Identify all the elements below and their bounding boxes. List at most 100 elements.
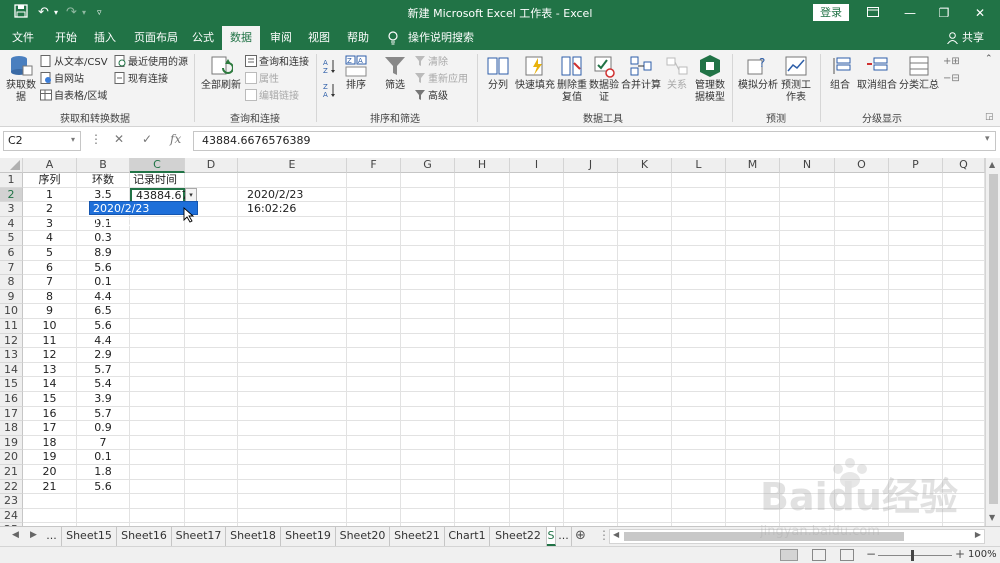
cell-d5[interactable]: [185, 231, 238, 246]
cell-d9[interactable]: [185, 289, 238, 305]
data-validation-button[interactable]: 数据验证: [589, 54, 619, 104]
remove-duplicates-button[interactable]: 删除重复值: [556, 54, 588, 104]
row-header-22[interactable]: 22: [0, 479, 23, 495]
cell-a16[interactable]: 15: [23, 392, 77, 407]
cell-f6[interactable]: [347, 246, 401, 261]
cell-b13[interactable]: 2.9: [77, 348, 130, 363]
cell-l23[interactable]: [672, 494, 726, 509]
column-header-k[interactable]: K: [618, 158, 672, 173]
cell-j23[interactable]: [564, 494, 618, 509]
row-header-17[interactable]: 17: [0, 406, 23, 422]
dropdown-arrow-icon[interactable]: ▾: [185, 188, 197, 202]
scroll-right-icon[interactable]: ▶: [975, 530, 981, 539]
cell-g23[interactable]: [401, 494, 455, 509]
cell-d11[interactable]: [185, 319, 238, 334]
sheet-tab-moremoremore[interactable]: ...: [556, 527, 572, 546]
share-button[interactable]: 共享: [962, 26, 984, 50]
cell-q19[interactable]: [943, 435, 985, 451]
cell-o4[interactable]: [835, 216, 889, 232]
column-header-g[interactable]: G: [401, 158, 455, 173]
cell-j8[interactable]: [564, 275, 618, 290]
cell-k16[interactable]: [618, 392, 672, 407]
cell-j15[interactable]: [564, 377, 618, 392]
cell-c23[interactable]: [130, 494, 185, 509]
cell-h15[interactable]: [455, 377, 510, 392]
cell-q1[interactable]: [943, 173, 985, 188]
cell-l3[interactable]: [672, 202, 726, 217]
cell-j19[interactable]: [564, 435, 618, 451]
sheet-tab-sheet21[interactable]: Sheet21: [390, 527, 445, 546]
ribbon-display-icon[interactable]: [863, 3, 883, 23]
show-detail-icon[interactable]: +⊞: [943, 55, 960, 69]
cell-f14[interactable]: [347, 362, 401, 378]
add-sheet-icon[interactable]: ⊕: [575, 528, 586, 543]
cell-f11[interactable]: [347, 319, 401, 334]
cell-j24[interactable]: [564, 508, 618, 524]
cell-a24[interactable]: [23, 508, 77, 524]
cell-h6[interactable]: [455, 246, 510, 261]
cell-p4[interactable]: [889, 216, 943, 232]
cell-c21[interactable]: [130, 465, 185, 480]
cell-j21[interactable]: [564, 465, 618, 480]
cell-g7[interactable]: [401, 260, 455, 276]
select-all-corner[interactable]: [0, 158, 23, 173]
sheet-tab-sheet15[interactable]: Sheet15: [62, 527, 117, 546]
cell-q16[interactable]: [943, 392, 985, 407]
column-header-c[interactable]: C: [130, 158, 185, 173]
forecast-sheet-button[interactable]: 预测工作表: [780, 54, 812, 104]
cell-g4[interactable]: [401, 216, 455, 232]
cell-b16[interactable]: 3.9: [77, 392, 130, 407]
reapply-button[interactable]: 重新应用: [414, 72, 468, 87]
page-break-view-icon[interactable]: [840, 549, 854, 561]
advanced-filter-button[interactable]: 高级: [414, 89, 448, 104]
row-header-18[interactable]: 18: [0, 421, 23, 436]
cell-p2[interactable]: [889, 187, 943, 203]
cell-g14[interactable]: [401, 362, 455, 378]
cell-b24[interactable]: [77, 508, 130, 524]
cell-m13[interactable]: [726, 348, 780, 363]
row-header-2[interactable]: 2: [0, 187, 23, 203]
cell-i17[interactable]: [510, 406, 564, 422]
cell-f12[interactable]: [347, 333, 401, 349]
cell-j2[interactable]: [564, 187, 618, 203]
cell-p14[interactable]: [889, 362, 943, 378]
cell-a20[interactable]: 19: [23, 450, 77, 465]
cell-k23[interactable]: [618, 494, 672, 509]
flash-fill-button[interactable]: 快速填充: [514, 54, 556, 92]
cell-f18[interactable]: [347, 421, 401, 436]
column-header-m[interactable]: M: [726, 158, 780, 173]
row-header-4[interactable]: 4: [0, 216, 23, 232]
dialog-launcher-icon[interactable]: ◲: [985, 110, 994, 124]
cell-p1[interactable]: [889, 173, 943, 188]
cell-a4[interactable]: 3: [23, 216, 77, 232]
cell-l15[interactable]: [672, 377, 726, 392]
cell-h19[interactable]: [455, 435, 510, 451]
cell-c24[interactable]: [130, 508, 185, 524]
cell-b1[interactable]: 环数: [77, 173, 130, 188]
cell-k3[interactable]: [618, 202, 672, 217]
cell-o5[interactable]: [835, 231, 889, 246]
cell-h13[interactable]: [455, 348, 510, 363]
cell-p21[interactable]: [889, 465, 943, 480]
cell-n20[interactable]: [780, 450, 835, 465]
cell-n16[interactable]: [780, 392, 835, 407]
cell-p11[interactable]: [889, 319, 943, 334]
cell-c5[interactable]: [130, 231, 185, 246]
page-layout-view-icon[interactable]: [812, 549, 826, 561]
sheet-tab-sheet16[interactable]: Sheet16: [117, 527, 172, 546]
cell-k18[interactable]: [618, 421, 672, 436]
cell-c6[interactable]: [130, 246, 185, 261]
cell-l4[interactable]: [672, 216, 726, 232]
tab-data[interactable]: 数据: [222, 26, 260, 50]
cell-e18[interactable]: [238, 421, 347, 436]
cell-h11[interactable]: [455, 319, 510, 334]
cell-m11[interactable]: [726, 319, 780, 334]
cell-e6[interactable]: [238, 246, 347, 261]
cell-m23[interactable]: [726, 494, 780, 509]
cell-f22[interactable]: [347, 479, 401, 495]
cell-e1[interactable]: [238, 173, 347, 188]
cell-j18[interactable]: [564, 421, 618, 436]
cell-e9[interactable]: [238, 289, 347, 305]
cell-g16[interactable]: [401, 392, 455, 407]
row-header-15[interactable]: 15: [0, 377, 23, 392]
